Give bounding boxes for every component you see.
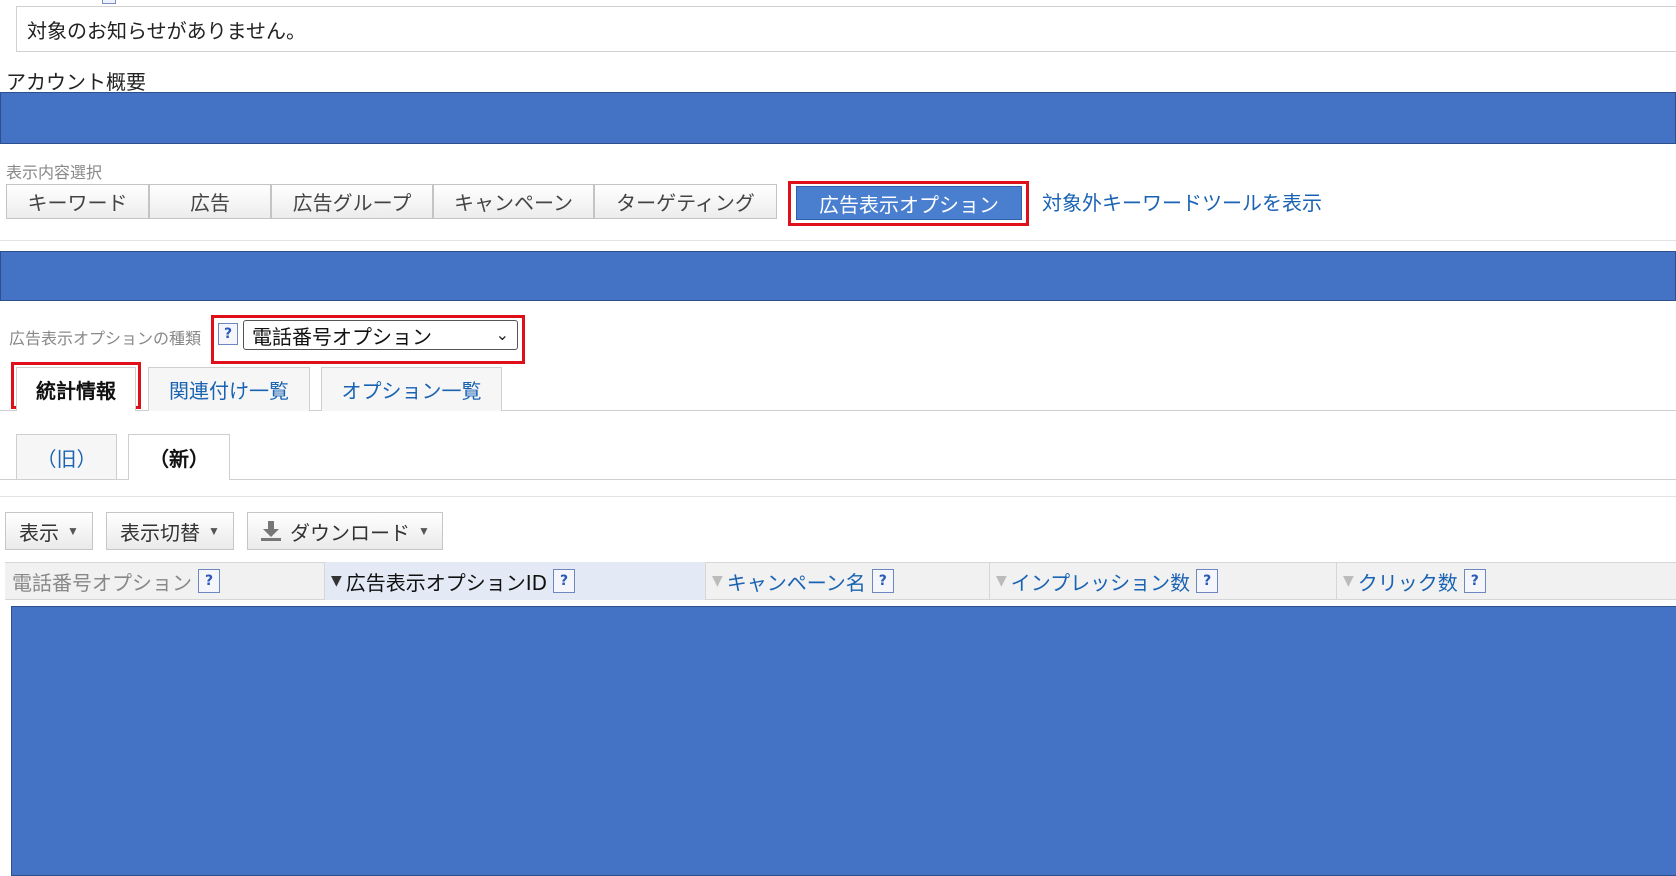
column-ad-option-id[interactable]: ▼ 広告表示オプションID ?	[325, 562, 706, 600]
keyword-button[interactable]: キーワード	[6, 184, 149, 219]
column-label: 電話番号オプション	[12, 570, 192, 595]
sort-desc-icon: ▼	[996, 573, 1007, 589]
help-icon[interactable]: ?	[553, 569, 576, 593]
tab-association-list[interactable]: 関連付け一覧	[148, 367, 310, 411]
notice-text: 対象のお知らせがありません。	[27, 19, 306, 43]
divider	[0, 240, 1676, 241]
option-type-label: 広告表示オプションの種類	[9, 329, 202, 348]
tab-option-list[interactable]: オプション一覧	[321, 367, 502, 411]
option-type-select[interactable]: 電話番号オプション ⌄	[243, 320, 518, 350]
help-icon[interactable]: ?	[871, 569, 894, 593]
column-label: 広告表示オプションID	[345, 570, 548, 595]
redacted-band-overview	[0, 92, 1676, 144]
display-label: 表示	[19, 522, 60, 545]
sort-desc-icon: ▼	[1343, 573, 1354, 589]
column-impressions[interactable]: ▼ インプレッション数 ?	[990, 562, 1337, 600]
chevron-down-icon: ⌄	[495, 325, 509, 344]
campaign-button[interactable]: キャンペーン	[433, 184, 594, 219]
ad-group-button[interactable]: 広告グループ	[271, 184, 433, 219]
download-icon	[260, 520, 282, 542]
column-label: インプレッション数	[1010, 570, 1191, 595]
ad-button[interactable]: 広告	[149, 184, 271, 219]
column-campaign-name[interactable]: ▼ キャンペーン名 ?	[706, 562, 990, 600]
divider	[0, 496, 1676, 497]
column-clicks[interactable]: ▼ クリック数 ?	[1337, 562, 1676, 600]
ad-options-button[interactable]: 広告表示オプション	[796, 186, 1022, 220]
help-icon[interactable]: ?	[1463, 569, 1486, 593]
download-button[interactable]: ダウンロード ▼	[247, 512, 443, 550]
redacted-band-table	[11, 606, 1676, 876]
column-label: クリック数	[1357, 570, 1458, 595]
redacted-band-options	[0, 251, 1676, 301]
targeting-button[interactable]: ターゲティング	[594, 184, 777, 219]
subtab-old[interactable]: （旧）	[16, 434, 117, 479]
sort-desc-icon: ▼	[331, 573, 342, 589]
tab-stats[interactable]: 統計情報	[16, 367, 136, 411]
caret-down-icon: ▼	[208, 524, 220, 538]
help-icon[interactable]: ?	[1196, 569, 1219, 593]
sort-desc-icon: ▼	[712, 573, 723, 589]
help-icon[interactable]: ?	[218, 323, 238, 345]
collapse-icon[interactable]	[102, 0, 116, 4]
caret-down-icon: ▼	[67, 524, 79, 538]
excluded-keyword-tool-link[interactable]: 対象外キーワードツールを表示	[1042, 187, 1322, 216]
column-label: キャンペーン名	[726, 570, 866, 595]
caret-down-icon: ▼	[418, 524, 430, 538]
help-icon[interactable]: ?	[198, 569, 220, 593]
subtab-baseline	[0, 479, 1676, 480]
column-phone-option[interactable]: 電話番号オプション ?	[8, 562, 325, 600]
option-type-selected: 電話番号オプション	[252, 324, 432, 349]
display-selection-label: 表示内容選択	[6, 163, 103, 182]
display-switch-button[interactable]: 表示切替 ▼	[106, 512, 234, 550]
display-switch-label: 表示切替	[120, 522, 201, 545]
display-dropdown-button[interactable]: 表示 ▼	[5, 512, 93, 550]
download-label: ダウンロード	[290, 522, 411, 545]
account-overview-title: アカウント概要	[6, 70, 146, 94]
subtab-new[interactable]: （新）	[128, 434, 230, 480]
